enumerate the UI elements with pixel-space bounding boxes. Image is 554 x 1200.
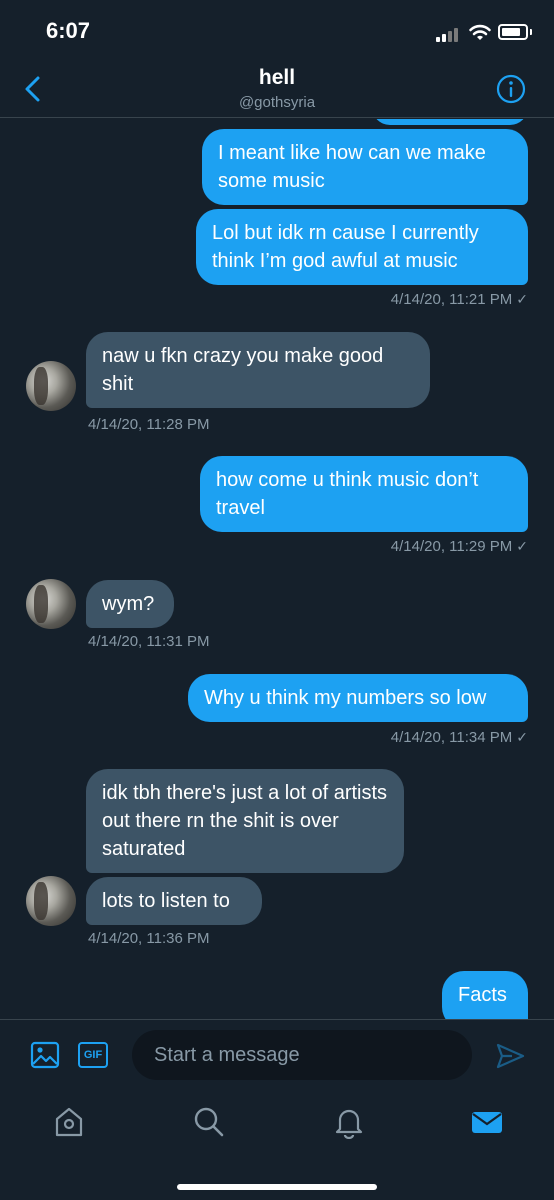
message-timestamp: 4/14/20, 11:31 PM [88, 633, 210, 650]
message-text: naw u fkn crazy you make good shit [102, 345, 384, 395]
message-text: Lol but idk rn cause I currently think I… [212, 222, 479, 272]
message-timestamp: 4/14/20, 11:29 PM ✓ [390, 538, 528, 555]
message-bubble-partial[interactable] [372, 119, 528, 125]
dm-conversation-screen: 6:07 hell @gothsyria I meant like how ca… [0, 0, 554, 1200]
message-bubble-sent[interactable]: Why u think my numbers so low [188, 674, 528, 722]
message-text: idk tbh there's just a lot of artists ou… [102, 782, 388, 860]
message-bubble-sent[interactable]: how come u think music don’t travel [200, 456, 528, 532]
message-bubble-sent[interactable]: I meant like how can we make some music [202, 129, 528, 205]
message-text: Facts [458, 984, 507, 1006]
message-bubble-received[interactable]: naw u fkn crazy you make good shit [86, 332, 430, 408]
search-icon[interactable] [192, 1105, 226, 1139]
info-icon[interactable] [496, 74, 526, 104]
message-text: Why u think my numbers so low [204, 687, 487, 709]
message-timestamp: 4/14/20, 11:28 PM [88, 416, 210, 433]
message-bubble-sent[interactable]: Lol but idk rn cause I currently think I… [196, 209, 528, 285]
battery-cap [530, 29, 532, 35]
status-time: 6:07 [46, 18, 91, 43]
message-text: wym? [102, 593, 155, 615]
gif-button[interactable]: GIF [78, 1042, 108, 1068]
battery-icon [498, 24, 528, 40]
conversation-title[interactable]: hell [0, 66, 554, 90]
message-text: I meant like how can we make some music [218, 142, 486, 192]
image-icon[interactable] [30, 1040, 60, 1070]
conversation-header: hell @gothsyria [0, 60, 554, 118]
message-timestamp: 4/14/20, 11:36 PM [88, 930, 210, 947]
home-icon[interactable] [52, 1105, 86, 1139]
avatar[interactable] [26, 579, 76, 629]
avatar[interactable] [26, 876, 76, 926]
message-composer: GIF [0, 1019, 554, 1091]
message-bubble-sent[interactable]: Facts [442, 971, 528, 1019]
message-timestamp: 4/14/20, 11:34 PM ✓ [390, 729, 528, 746]
message-bubble-received[interactable]: wym? [86, 580, 174, 628]
conversation-handle: @gothsyria [238, 94, 316, 111]
message-input[interactable] [132, 1030, 472, 1080]
bell-icon[interactable] [332, 1105, 366, 1139]
battery-level-fill [502, 28, 520, 36]
home-indicator [177, 1184, 377, 1190]
message-list[interactable]: I meant like how can we make some music … [0, 119, 554, 1019]
mail-icon[interactable] [470, 1105, 504, 1139]
message-text: lots to listen to [102, 890, 230, 912]
wifi-icon [469, 24, 491, 40]
message-text: how come u think music don’t travel [216, 469, 479, 519]
avatar[interactable] [26, 361, 76, 411]
message-bubble-received[interactable]: idk tbh there's just a lot of artists ou… [86, 769, 404, 873]
status-bar: 6:07 [0, 0, 554, 60]
cellular-signal-icon [436, 26, 462, 42]
message-bubble-received[interactable]: lots to listen to [86, 877, 262, 925]
message-timestamp: 4/14/20, 11:21 PM ✓ [390, 291, 528, 308]
send-icon[interactable] [494, 1040, 526, 1072]
